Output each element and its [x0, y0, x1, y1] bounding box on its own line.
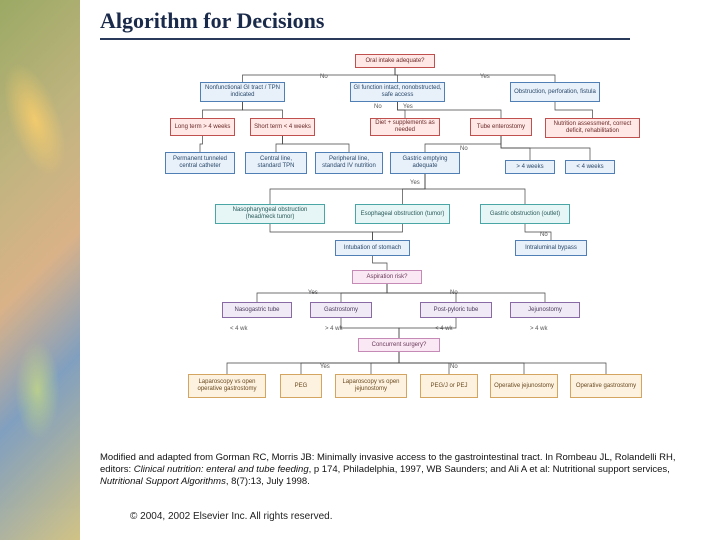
- flow-node-n7: Diet + supplements as needed: [370, 118, 440, 136]
- branch-label: < 4 wk: [435, 326, 453, 332]
- branch-label: Yes: [320, 364, 330, 370]
- flow-node-n18: Gastric obstruction (outlet): [480, 204, 570, 224]
- citation-italic-2: Nutritional Support Algorithms: [100, 476, 226, 487]
- branch-label: No: [460, 146, 468, 152]
- flow-node-n10: Permanent tunneled central catheter: [165, 152, 235, 174]
- branch-label: Yes: [410, 180, 420, 186]
- flow-node-n24: Post-pyloric tube: [420, 302, 492, 318]
- flow-node-n15: < 4 weeks: [565, 160, 615, 174]
- flow-node-n16: Nasopharyngeal obstruction (head/neck tu…: [215, 204, 325, 224]
- title-underline: [100, 38, 630, 40]
- decision-flowchart: Oral intake adequate? Nonfunctional GI tr…: [110, 54, 700, 444]
- citation-mid: , p 174, Philadelphia, 1997, WB Saunders…: [309, 464, 670, 475]
- flow-node-n12: Peripheral line, standard IV nutrition: [315, 152, 383, 174]
- flow-node-n29: Laparoscopy vs open jejunostomy: [335, 374, 407, 398]
- citation-italic-1: Clinical nutrition: enteral and tube fee…: [134, 464, 309, 475]
- flow-node-n1: Oral intake adequate?: [355, 54, 435, 68]
- flow-node-n30: PEG/J or PEJ: [420, 374, 478, 398]
- branch-label: No: [320, 74, 328, 80]
- flow-node-n32: Operative gastrostomy: [570, 374, 642, 398]
- flow-node-n17: Esophageal obstruction (tumor): [355, 204, 450, 224]
- page-title: Algorithm for Decisions: [100, 8, 710, 34]
- flow-node-n9: Nutrition assessment, correct deficit, r…: [545, 118, 640, 138]
- branch-label: No: [450, 364, 458, 370]
- branch-label: Yes: [403, 104, 413, 110]
- branch-label: Yes: [308, 290, 318, 296]
- decorative-sidebar: [0, 0, 80, 540]
- flow-node-n5: Long term > 4 weeks: [170, 118, 235, 136]
- branch-label: No: [450, 290, 458, 296]
- flow-node-n21: Aspiration risk?: [352, 270, 422, 284]
- flow-node-n19: Intubation of stomach: [335, 240, 410, 256]
- flow-node-n23: Gastrostomy: [310, 302, 372, 318]
- branch-label: > 4 wk: [530, 326, 548, 332]
- flow-node-n27: Laparoscopy vs open operative gastrostom…: [188, 374, 266, 398]
- flow-node-n8: Tube enterostomy: [470, 118, 532, 136]
- branch-label: > 4 wk: [325, 326, 343, 332]
- flow-node-n13: Gastric emptying adequate: [390, 152, 460, 174]
- slide-content: Algorithm for Decisions Oral intake adeq…: [100, 8, 710, 488]
- branch-label: Yes: [480, 74, 490, 80]
- flow-node-n20: Intraluminal bypass: [515, 240, 587, 256]
- flow-node-n14: > 4 weeks: [505, 160, 555, 174]
- branch-label: No: [540, 232, 548, 238]
- flow-node-n3: GI function intact, nonobstructed, safe …: [350, 82, 445, 102]
- flow-node-n4: Obstruction, perforation, fistula: [510, 82, 600, 102]
- flow-node-n11: Central line, standard TPN: [245, 152, 307, 174]
- flow-node-n25: Jejunostomy: [510, 302, 580, 318]
- flow-node-n22: Nasogastric tube: [222, 302, 292, 318]
- flow-node-n31: Operative jejunostomy: [490, 374, 558, 398]
- flow-node-n28: PEG: [280, 374, 322, 398]
- citation-suffix: , 8(7):13, July 1998.: [226, 476, 310, 487]
- citation-text: Modified and adapted from Gorman RC, Mor…: [100, 452, 690, 488]
- branch-label: < 4 wk: [230, 326, 248, 332]
- flow-node-n26: Concurrent surgery?: [358, 338, 440, 352]
- flow-node-n2: Nonfunctional GI tract / TPN indicated: [200, 82, 285, 102]
- branch-label: No: [374, 104, 382, 110]
- copyright-footer: © 2004, 2002 Elsevier Inc. All rights re…: [130, 511, 332, 522]
- flow-node-n6: Short term < 4 weeks: [250, 118, 315, 136]
